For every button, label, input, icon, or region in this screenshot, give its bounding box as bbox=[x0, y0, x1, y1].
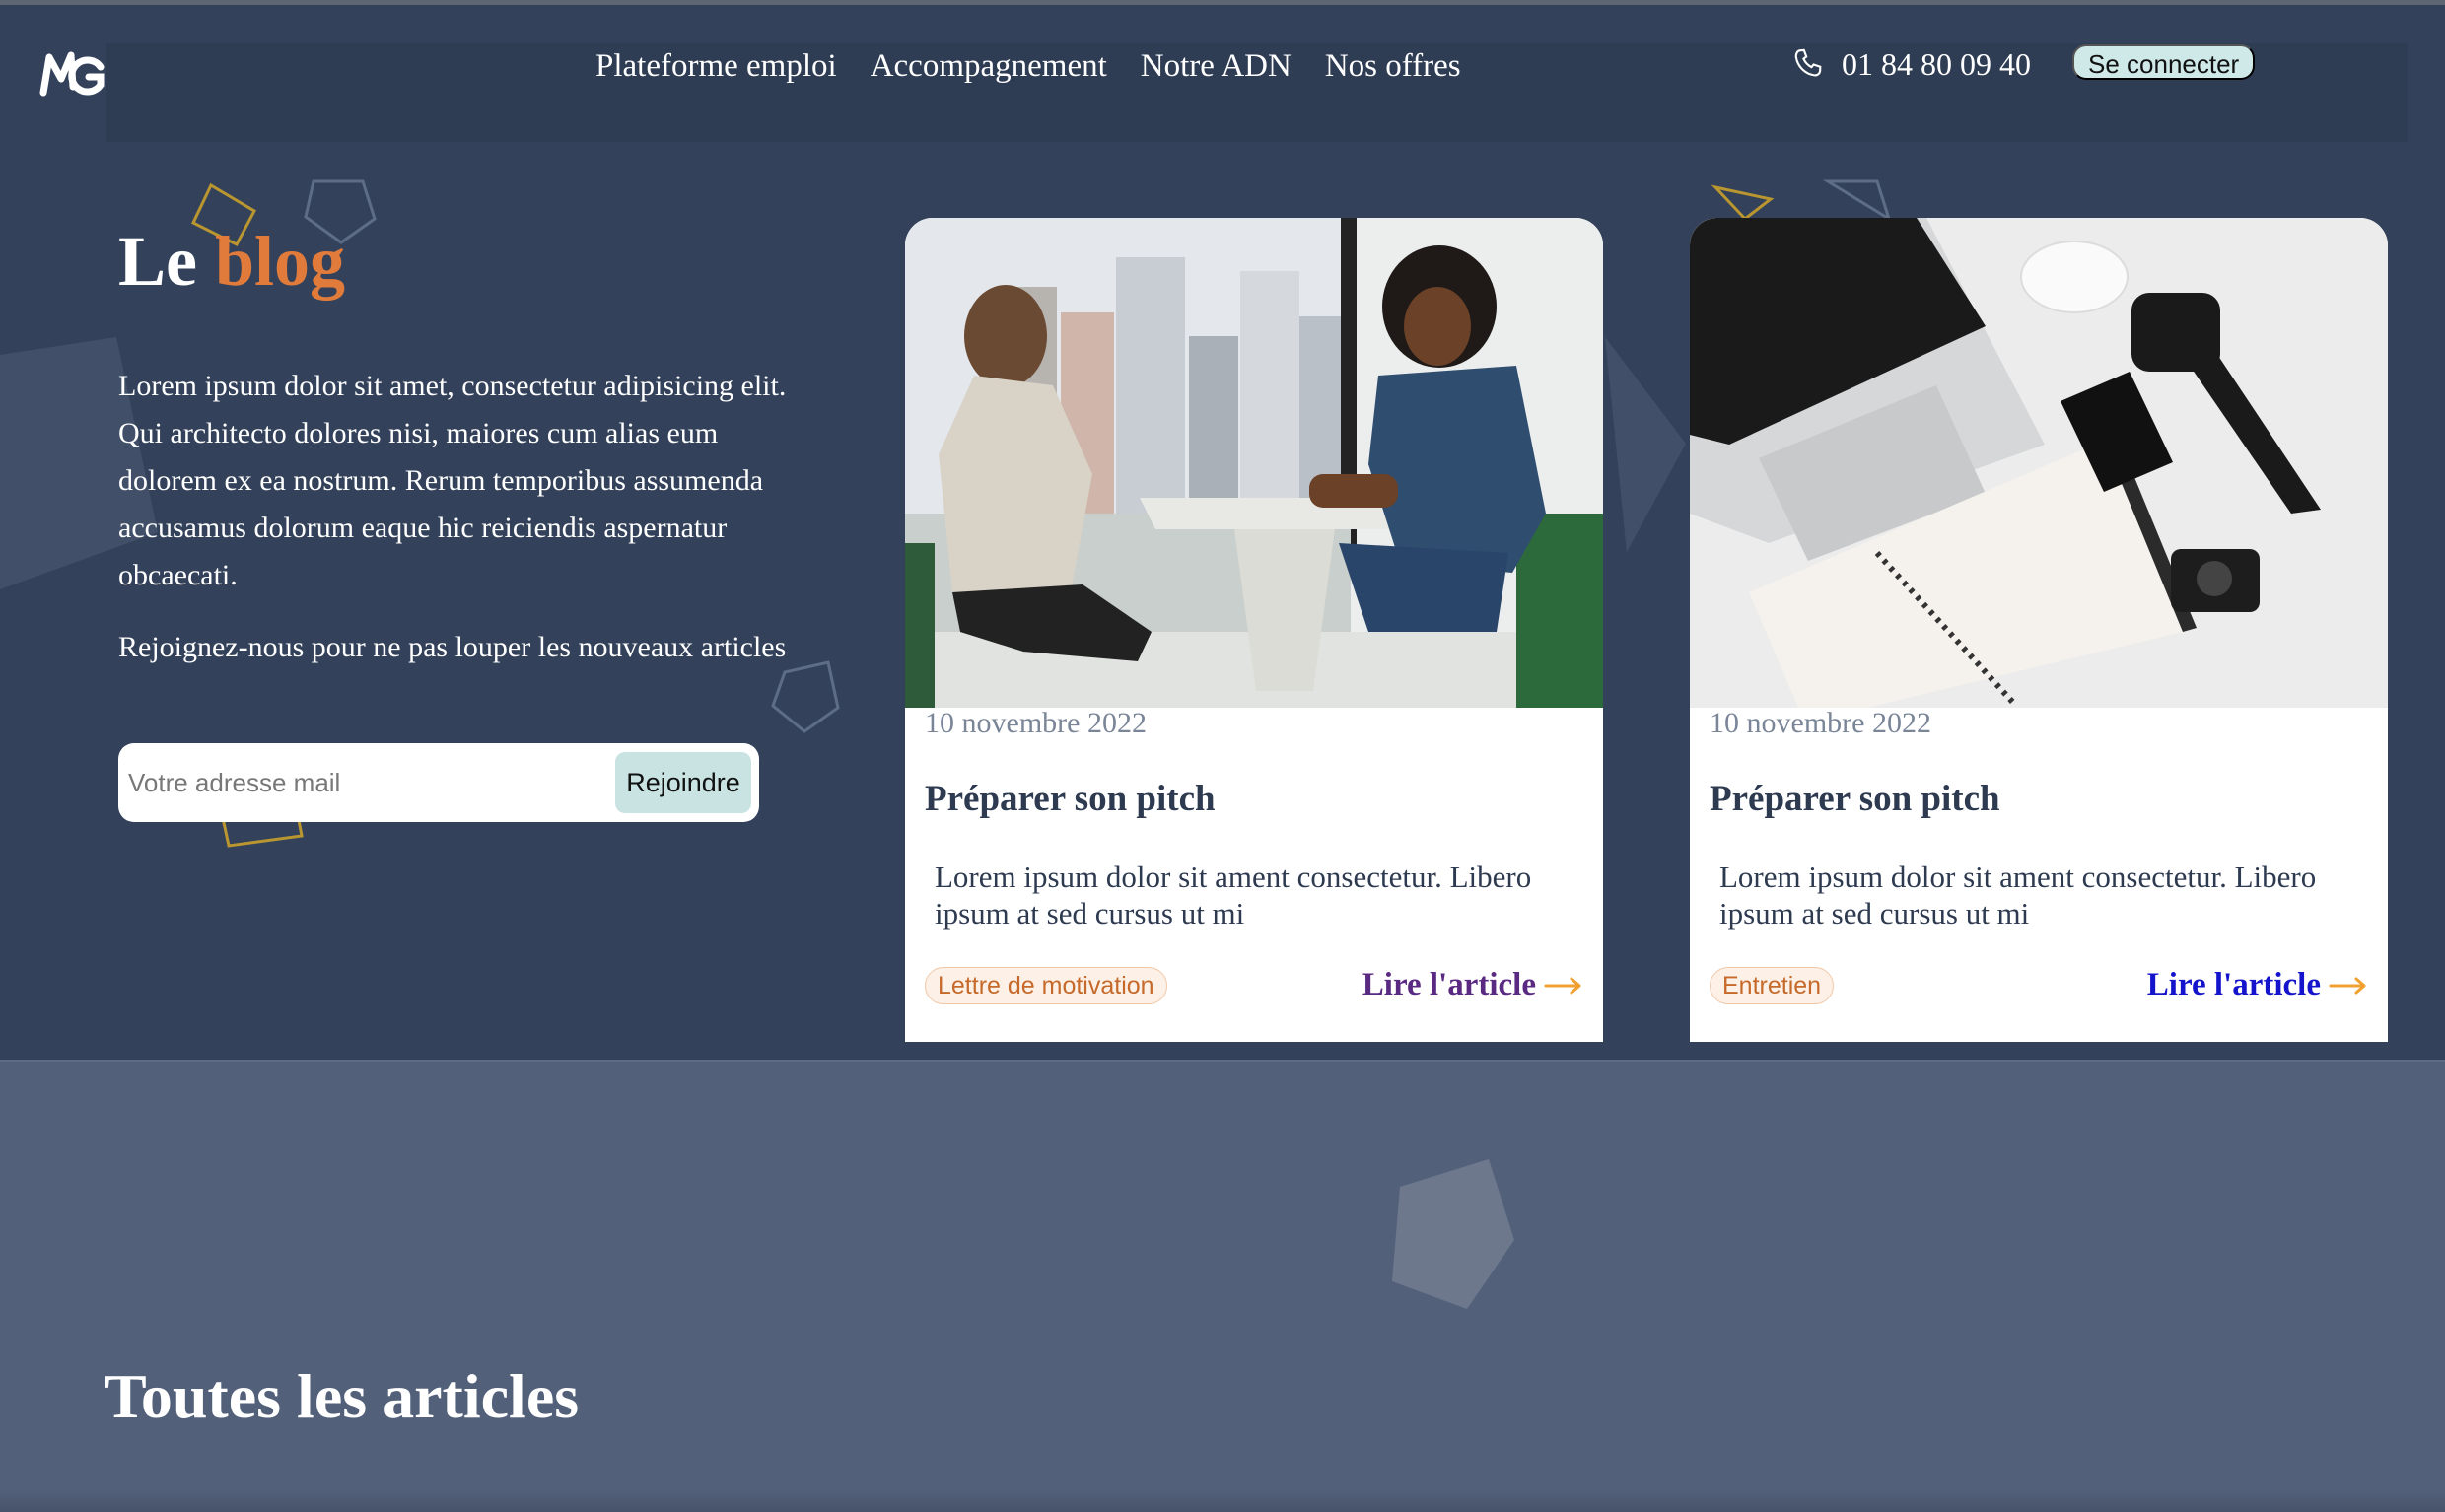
phone-number: 01 84 80 09 40 bbox=[1842, 45, 2031, 82]
read-article-link[interactable]: Lire l'article bbox=[2147, 967, 2368, 1003]
article-title[interactable]: Préparer son pitch bbox=[1710, 778, 2000, 820]
window-edge bbox=[0, 0, 2445, 5]
read-article-label: Lire l'article bbox=[2146, 967, 2321, 1002]
article-image[interactable] bbox=[1690, 218, 2388, 708]
article-tag[interactable]: Lettre de motivation bbox=[925, 967, 1167, 1004]
arrow-right-icon bbox=[1544, 977, 1581, 994]
blog-description: Lorem ipsum dolor sit amet, consectetur … bbox=[118, 370, 787, 591]
title-prefix: Le bbox=[118, 222, 197, 301]
article-card[interactable]: 10 novembre 2022 Préparer son pitch Lore… bbox=[905, 218, 1603, 1042]
subscribe-text: Rejoignez-nous pour ne pas louper les no… bbox=[118, 631, 787, 663]
section-title: Toutes les articles bbox=[105, 1361, 580, 1431]
article-date: 10 novembre 2022 bbox=[1710, 707, 1931, 739]
arrow-right-icon bbox=[2329, 977, 2366, 994]
title-accent: blog bbox=[214, 222, 346, 301]
article-title[interactable]: Préparer son pitch bbox=[925, 778, 1216, 820]
bottom-shadow bbox=[0, 1490, 2445, 1512]
phone-icon bbox=[1794, 48, 1822, 77]
articles-section bbox=[0, 1060, 2445, 1512]
nav-nos-offres[interactable]: Nos offres bbox=[1325, 41, 1461, 91]
main-nav: Plateforme emploi Accompagnement Notre A… bbox=[595, 41, 1461, 91]
phone-contact[interactable]: 01 84 80 09 40 bbox=[1790, 39, 2031, 89]
mg-logo[interactable] bbox=[39, 47, 108, 101]
article-excerpt: Lorem ipsum dolor sit ament consectetur.… bbox=[935, 859, 1532, 930]
join-button[interactable]: Rejoindre bbox=[615, 752, 751, 813]
nav-notre-adn[interactable]: Notre ADN bbox=[1141, 41, 1292, 91]
login-button[interactable]: Se connecter bbox=[2072, 44, 2256, 80]
article-image[interactable] bbox=[905, 218, 1603, 708]
page-title: Le blog bbox=[118, 221, 345, 303]
article-card[interactable]: 10 novembre 2022 Préparer son pitch Lore… bbox=[1690, 218, 2388, 1042]
article-tag[interactable]: Entretien bbox=[1710, 967, 1835, 1004]
article-excerpt: Lorem ipsum dolor sit ament consectetur.… bbox=[1719, 859, 2317, 930]
subscribe-form: Rejoindre bbox=[118, 743, 759, 822]
article-date: 10 novembre 2022 bbox=[925, 707, 1147, 739]
read-article-label: Lire l'article bbox=[1362, 967, 1536, 1002]
nav-plateforme-emploi[interactable]: Plateforme emploi bbox=[595, 41, 837, 91]
nav-accompagnement[interactable]: Accompagnement bbox=[871, 41, 1107, 91]
read-article-link[interactable]: Lire l'article bbox=[1362, 967, 1583, 1003]
